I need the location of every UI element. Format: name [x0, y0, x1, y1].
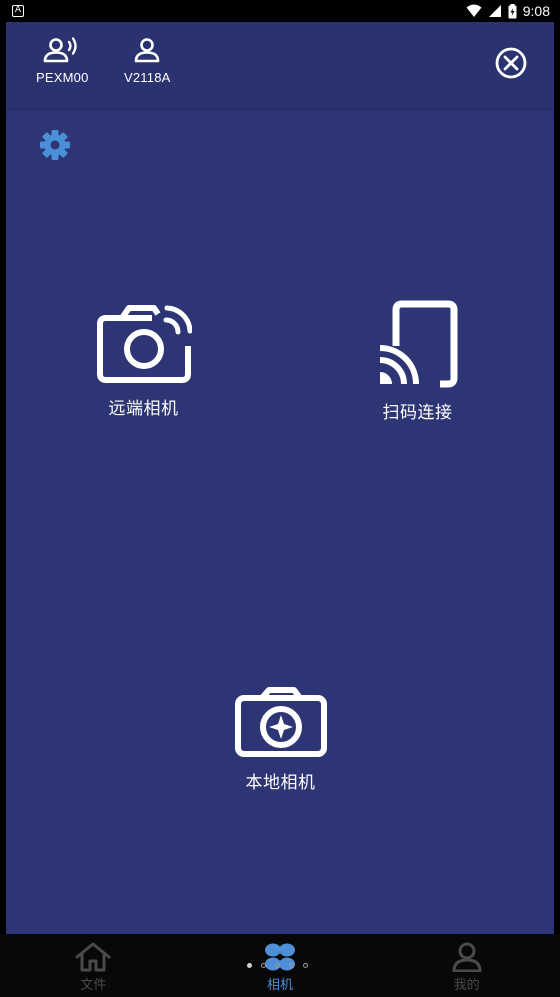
status-bar: A 9:08	[0, 0, 560, 22]
camera-star-icon	[234, 687, 327, 757]
page-dot	[303, 963, 308, 968]
device-pexm00[interactable]: PEXM00	[36, 36, 89, 85]
remote-camera-button[interactable]: 远端相机	[86, 304, 201, 419]
tab-label: 我的	[453, 978, 480, 993]
camera-screen: PEXM00 V2118A 远端相机 扫码连接 本地相机	[6, 22, 554, 934]
device-bar: PEXM00 V2118A	[6, 22, 554, 108]
gear-icon[interactable]	[38, 128, 72, 162]
clock: 9:08	[522, 3, 550, 19]
user-icon	[134, 38, 160, 63]
local-camera-button[interactable]: 本地相机	[223, 686, 338, 793]
device-label: V2118A	[124, 70, 171, 85]
cast-icon	[379, 300, 457, 388]
app-notification-icon: A	[12, 5, 24, 17]
person-icon	[452, 942, 482, 972]
tile-label: 本地相机	[245, 773, 316, 793]
tile-label: 远端相机	[108, 399, 179, 419]
scan-connect-button[interactable]: 扫码连接	[360, 300, 475, 423]
close-circle-icon[interactable]	[494, 46, 528, 80]
page-dot	[247, 963, 252, 968]
tile-label: 扫码连接	[382, 403, 453, 423]
page-indicator	[247, 963, 308, 968]
device-v2118a[interactable]: V2118A	[124, 36, 171, 85]
home-icon	[75, 942, 111, 972]
page-dot	[261, 963, 266, 968]
battery-icon	[508, 3, 517, 18]
camera-signal-icon	[96, 305, 192, 383]
cellular-signal-icon	[488, 5, 501, 17]
remote-user-icon	[43, 37, 77, 63]
tab-files[interactable]: 文件	[0, 934, 187, 997]
tab-label: 相机	[267, 978, 294, 993]
tab-me[interactable]: 我的	[373, 934, 560, 997]
page-dot	[289, 963, 294, 968]
tab-label: 文件	[80, 978, 107, 993]
page-dot	[275, 963, 280, 968]
device-label: PEXM00	[36, 70, 89, 85]
wifi-icon	[466, 4, 482, 17]
